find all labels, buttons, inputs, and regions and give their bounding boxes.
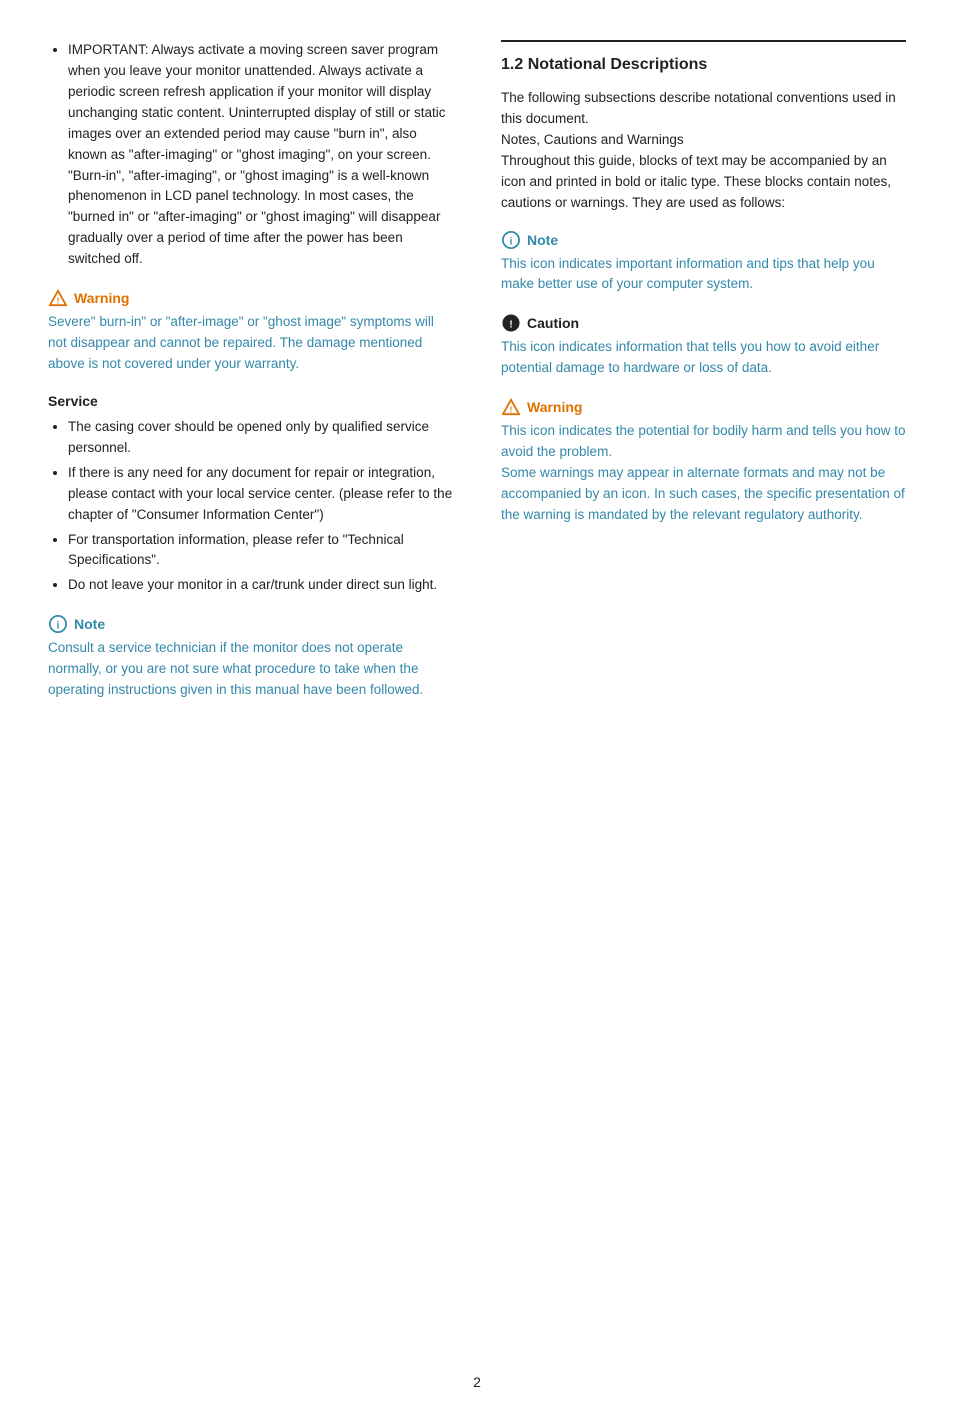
- intro-bullet-item: IMPORTANT: Always activate a moving scre…: [68, 40, 453, 270]
- intro-text: The following subsections describe notat…: [501, 88, 906, 214]
- note-box-1: i Note Consult a service technician if t…: [48, 614, 453, 701]
- service-bullet-1: The casing cover should be opened only b…: [68, 417, 453, 459]
- service-bullet-2: If there is any need for any document fo…: [68, 463, 453, 526]
- right-warning-label: Warning: [527, 399, 582, 415]
- service-title: Service: [48, 393, 453, 409]
- warning-box-1: ! Warning Severe" burn-in" or "after-ima…: [48, 288, 453, 375]
- right-caution-box: ! Caution This icon indicates informatio…: [501, 313, 906, 379]
- service-bullet-list: The casing cover should be opened only b…: [48, 417, 453, 596]
- note-text-1: Consult a service technician if the moni…: [48, 638, 453, 701]
- caution-icon: !: [501, 313, 521, 333]
- right-warning-box: ! Warning This icon indicates the potent…: [501, 397, 906, 526]
- intro-bullet-list: IMPORTANT: Always activate a moving scre…: [48, 40, 453, 270]
- svg-text:i: i: [510, 236, 513, 247]
- right-warning-icon: !: [501, 397, 521, 417]
- page-number: 2: [0, 1374, 954, 1406]
- section-title: 1.2 Notational Descriptions: [501, 56, 906, 74]
- right-note-text: This icon indicates important informatio…: [501, 254, 906, 296]
- right-column: 1.2 Notational Descriptions The followin…: [501, 40, 906, 1310]
- note-icon-1: i: [48, 614, 68, 634]
- warning-label-1: Warning: [74, 290, 129, 306]
- warning-text-1: Severe" burn-in" or "after-image" or "gh…: [48, 312, 453, 375]
- svg-text:!: !: [509, 320, 512, 331]
- svg-text:i: i: [57, 621, 60, 632]
- svg-text:!: !: [57, 297, 60, 306]
- service-bullet-4: Do not leave your monitor in a car/trunk…: [68, 575, 453, 596]
- svg-text:!: !: [510, 406, 513, 415]
- caution-label: Caution: [527, 315, 579, 331]
- left-column: IMPORTANT: Always activate a moving scre…: [48, 40, 469, 1310]
- caution-text: This icon indicates information that tel…: [501, 337, 906, 379]
- service-bullet-3: For transportation information, please r…: [68, 530, 453, 572]
- right-warning-text: This icon indicates the potential for bo…: [501, 421, 906, 526]
- note-label-1: Note: [74, 616, 105, 632]
- right-note-box: i Note This icon indicates important inf…: [501, 230, 906, 296]
- right-note-label: Note: [527, 232, 558, 248]
- warning-icon-1: !: [48, 288, 68, 308]
- right-note-icon: i: [501, 230, 521, 250]
